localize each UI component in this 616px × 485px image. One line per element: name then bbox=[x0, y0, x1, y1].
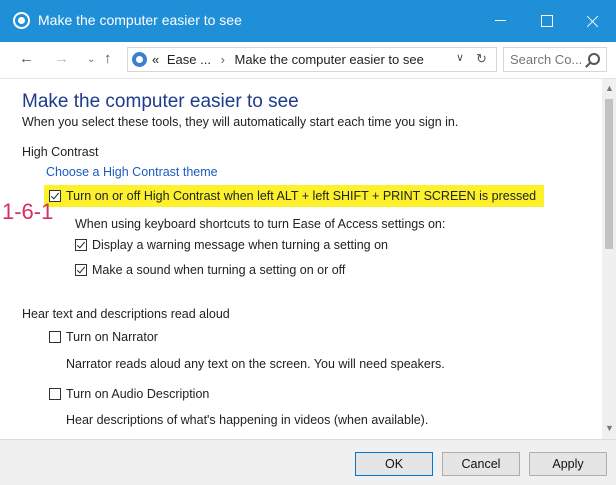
sound-checkbox[interactable] bbox=[75, 264, 87, 276]
breadcrumb-ease[interactable]: Ease ... bbox=[163, 52, 211, 67]
scroll-up-icon[interactable]: ▲ bbox=[605, 83, 614, 93]
narrator-label: Turn on Narrator bbox=[66, 330, 158, 344]
high-contrast-shortcut-label: Turn on or off High Contrast when left A… bbox=[66, 189, 537, 203]
ease-of-access-icon bbox=[13, 12, 30, 29]
shortcut-note: When using keyboard shortcuts to turn Ea… bbox=[75, 217, 446, 231]
control-panel-icon bbox=[132, 52, 147, 67]
ok-button[interactable]: OK bbox=[355, 452, 433, 476]
section-hear-text: Hear text and descriptions read aloud bbox=[22, 307, 230, 321]
search-input[interactable] bbox=[510, 51, 582, 68]
breadcrumb-overflow[interactable]: « bbox=[152, 52, 159, 67]
page-title: Make the computer easier to see bbox=[22, 91, 299, 112]
high-contrast-theme-link[interactable]: Choose a High Contrast theme bbox=[46, 165, 218, 179]
narrator-option[interactable]: Turn on Narrator bbox=[49, 330, 158, 344]
warning-message-option[interactable]: Display a warning message when turning a… bbox=[75, 238, 388, 252]
breadcrumb-current[interactable]: Make the computer easier to see bbox=[235, 52, 424, 67]
refresh-icon[interactable]: ↻ bbox=[476, 51, 487, 67]
warning-message-label: Display a warning message when turning a… bbox=[92, 238, 389, 252]
audio-description-description: Hear descriptions of what's happening in… bbox=[66, 413, 429, 427]
search-box[interactable] bbox=[503, 47, 607, 72]
up-arrow-icon[interactable]: ↑ bbox=[104, 50, 112, 67]
sound-option[interactable]: Make a sound when turning a setting on o… bbox=[75, 263, 345, 277]
minimize-button[interactable] bbox=[478, 0, 524, 42]
dialog-footer: OK Cancel Apply bbox=[0, 439, 616, 485]
forward-arrow-icon[interactable]: → bbox=[54, 50, 69, 67]
warning-message-checkbox[interactable] bbox=[75, 239, 87, 251]
high-contrast-shortcut-option[interactable]: Turn on or off High Contrast when left A… bbox=[49, 189, 536, 203]
back-arrow-icon[interactable]: ← bbox=[19, 50, 34, 67]
address-bar[interactable]: « Ease ... › Make the computer easier to… bbox=[127, 47, 497, 72]
narrator-checkbox[interactable] bbox=[49, 331, 61, 343]
breadcrumb-separator: › bbox=[220, 52, 225, 67]
scrollbar-thumb[interactable] bbox=[605, 99, 613, 249]
audio-description-checkbox[interactable] bbox=[49, 388, 61, 400]
section-high-contrast: High Contrast bbox=[22, 145, 99, 159]
page-subtitle: When you select these tools, they will a… bbox=[22, 115, 459, 129]
audio-description-label: Turn on Audio Description bbox=[66, 387, 210, 401]
main-content: Make the computer easier to see When you… bbox=[0, 79, 602, 439]
audio-description-option[interactable]: Turn on Audio Description bbox=[49, 387, 209, 401]
vertical-scrollbar[interactable]: ▲ ▼ bbox=[602, 79, 616, 439]
maximize-button[interactable] bbox=[524, 0, 570, 42]
navigation-bar: ← → ⌄ ↑ « Ease ... › Make the computer e… bbox=[0, 42, 616, 79]
address-dropdown-icon[interactable]: ∨ bbox=[456, 51, 464, 64]
narrator-description: Narrator reads aloud any text on the scr… bbox=[66, 357, 445, 371]
window-title: Make the computer easier to see bbox=[38, 12, 242, 28]
cancel-button[interactable]: Cancel bbox=[442, 452, 520, 476]
annotation-label: 1-6-1 bbox=[2, 199, 54, 224]
scroll-down-icon[interactable]: ▼ bbox=[605, 423, 614, 433]
sound-label: Make a sound when turning a setting on o… bbox=[92, 263, 346, 277]
apply-button[interactable]: Apply bbox=[529, 452, 607, 476]
search-icon[interactable] bbox=[588, 53, 600, 65]
title-bar: Make the computer easier to see bbox=[0, 0, 616, 42]
recent-locations-chevron-icon[interactable]: ⌄ bbox=[87, 54, 95, 65]
close-button[interactable] bbox=[570, 0, 616, 42]
breadcrumb: « Ease ... › Make the computer easier to… bbox=[152, 52, 424, 67]
